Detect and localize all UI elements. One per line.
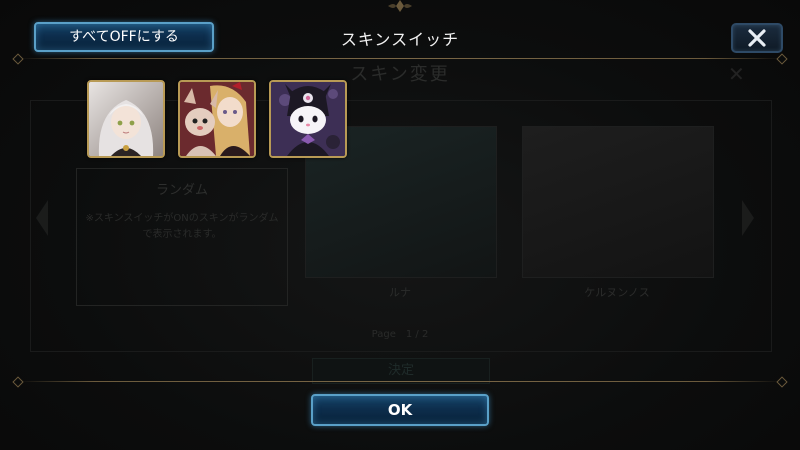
background-card-name: ケルヌンノス (584, 286, 650, 299)
background-left-arrow-icon (36, 200, 48, 236)
dialog-title: スキンスイッチ (340, 30, 460, 49)
background-random-desc: ※スキンスイッチがONのスキンがランダムで表示されます。 (85, 213, 279, 240)
dimmed-background: スキン変更 ✕ ランダム ※スキンスイッチがONのスキンがランダムで表示されます… (0, 0, 800, 450)
background-random-panel: ランダム ※スキンスイッチがONのスキンがランダムで表示されます。 (76, 168, 288, 306)
close-icon (748, 29, 766, 47)
header-divider (18, 58, 782, 59)
silver-hair-girl-portrait (89, 82, 163, 156)
background-random-label: ランダム (155, 183, 208, 198)
skin-thumbnail-silver-hair-girl[interactable] (87, 80, 165, 158)
ok-button[interactable]: OK (311, 394, 489, 426)
skin-thumbnail-blonde-girl[interactable] (178, 80, 256, 158)
background-skin-card (522, 126, 714, 278)
kuromi-portrait (271, 82, 345, 156)
background-close-icon: ✕ (728, 62, 745, 86)
ornament-icon (388, 0, 412, 12)
skin-thumbnail-kuromi[interactable] (269, 80, 347, 158)
background-card-name: ルナ (389, 286, 411, 299)
close-button[interactable] (731, 23, 783, 53)
background-page-indicator: Page 1 / 2 (371, 329, 429, 340)
blonde-girl-with-plush-portrait (180, 82, 254, 156)
footer-divider (18, 381, 782, 382)
background-right-arrow-icon (742, 200, 754, 236)
